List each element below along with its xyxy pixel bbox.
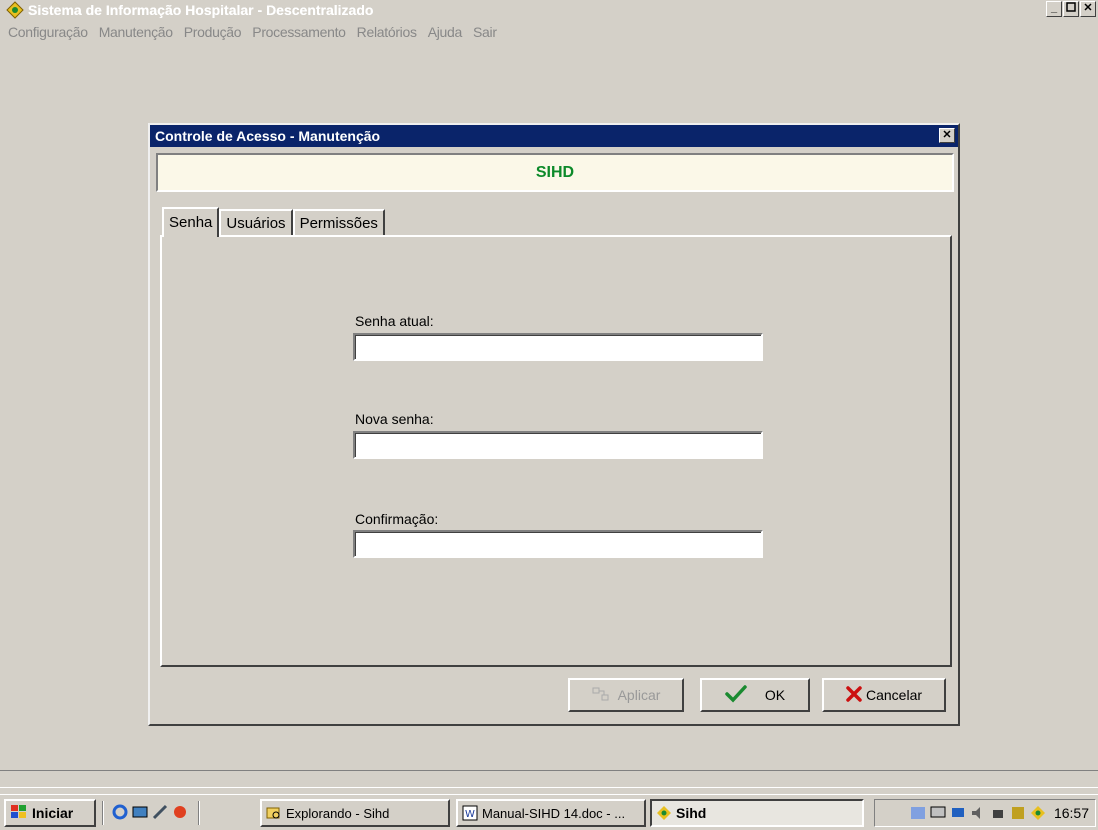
tray-app-icon[interactable] <box>1010 805 1026 821</box>
tray-sihd-icon[interactable] <box>1030 805 1046 821</box>
new-password-label: Nova senha: <box>355 411 434 427</box>
apply-icon <box>592 686 610 705</box>
task-manual-doc-label: Manual-SIHD 14.doc - ... <box>482 805 626 821</box>
start-label: Iniciar <box>32 805 74 821</box>
menu-relatorios[interactable]: Relatórios <box>357 24 417 40</box>
new-password-input[interactable] <box>353 431 763 459</box>
ok-label: OK <box>764 687 786 703</box>
show-desktop-icon[interactable] <box>132 804 148 820</box>
task-sihd-label: Sihd <box>676 805 707 821</box>
close-app-button[interactable]: ✕ <box>1080 1 1096 17</box>
clock: 16:57 <box>1053 805 1089 821</box>
task-explorando[interactable]: Explorando - Sihd <box>260 799 450 827</box>
header-title: SIHD <box>535 163 575 181</box>
tab-permissoes[interactable]: Permissões <box>292 209 385 235</box>
menu-bar: Configuração Manutenção Produção Process… <box>0 22 502 42</box>
ok-button[interactable]: OK <box>700 678 810 712</box>
checkmark-icon <box>725 684 747 706</box>
svg-text:W: W <box>465 809 475 820</box>
cancel-label: Cancelar <box>865 687 923 703</box>
windows-logo-icon <box>10 804 28 823</box>
tab-usuarios[interactable]: Usuários <box>219 209 293 235</box>
menu-configuracao[interactable]: Configuração <box>8 24 88 40</box>
tray-monitor-icon[interactable] <box>950 805 966 821</box>
menu-manutencao[interactable]: Manutenção <box>99 24 173 40</box>
senha-tab-panel: Senha atual: Nova senha: Confirmação: <box>160 235 952 667</box>
task-manual-doc[interactable]: W Manual-SIHD 14.doc - ... <box>456 799 646 827</box>
menu-processamento[interactable]: Processamento <box>252 24 346 40</box>
tray-network-icon[interactable] <box>910 805 926 821</box>
menu-producao[interactable]: Produção <box>184 24 242 40</box>
speaker-icon[interactable] <box>970 805 986 821</box>
internet-explorer-icon[interactable] <box>112 804 128 820</box>
app-title: Sistema de Informação Hospitalar - Desce… <box>28 2 374 18</box>
menu-sair[interactable]: Sair <box>473 24 497 40</box>
apply-button[interactable]: Aplicar <box>568 678 684 712</box>
outlook-express-icon[interactable] <box>152 804 168 820</box>
task-explorando-label: Explorando - Sihd <box>286 805 390 821</box>
taskbar-separator <box>102 801 104 825</box>
dialog-titlebar: Controle de Acesso - Manutenção ✕ <box>150 125 958 147</box>
task-sihd[interactable]: Sihd <box>650 799 864 827</box>
dialog-title: Controle de Acesso - Manutenção <box>155 128 381 144</box>
taskbar-separator <box>198 801 200 825</box>
access-control-dialog: Controle de Acesso - Manutenção ✕ SIHD S… <box>148 123 960 726</box>
confirmation-label: Confirmação: <box>355 511 439 527</box>
current-password-label: Senha atual: <box>355 313 434 329</box>
dialog-close-button[interactable]: ✕ <box>939 128 955 143</box>
header-panel: SIHD <box>156 153 954 192</box>
tab-strip: Senha Usuários Permissões <box>162 207 385 237</box>
start-button[interactable]: Iniciar <box>4 799 96 827</box>
system-tray: 16:57 <box>874 799 1096 827</box>
cancel-button[interactable]: Cancelar <box>822 678 946 712</box>
folder-search-icon <box>266 805 282 821</box>
media-player-icon[interactable] <box>172 804 188 820</box>
sihd-app-icon <box>6 1 24 19</box>
sihd-app-icon <box>656 805 672 821</box>
app-titlebar: Sistema de Informação Hospitalar - Desce… <box>0 0 1098 20</box>
status-bar <box>0 770 1098 788</box>
tab-senha[interactable]: Senha <box>162 207 220 237</box>
apply-label: Aplicar <box>617 687 661 703</box>
confirmation-input[interactable] <box>353 530 763 558</box>
window-controls: _ ✕ <box>1045 1 1096 17</box>
word-document-icon: W <box>462 805 478 821</box>
minimize-button[interactable]: _ <box>1046 1 1062 17</box>
tray-display-icon[interactable] <box>930 805 946 821</box>
tray-connection-icon[interactable] <box>990 805 1006 821</box>
taskbar: Iniciar Explorando - Sihd W Manual-SIHD … <box>0 794 1098 830</box>
quick-launch <box>112 804 192 820</box>
current-password-input[interactable] <box>353 333 763 361</box>
maximize-button[interactable] <box>1063 1 1079 17</box>
cancel-x-icon <box>846 685 862 705</box>
menu-ajuda[interactable]: Ajuda <box>428 24 463 40</box>
